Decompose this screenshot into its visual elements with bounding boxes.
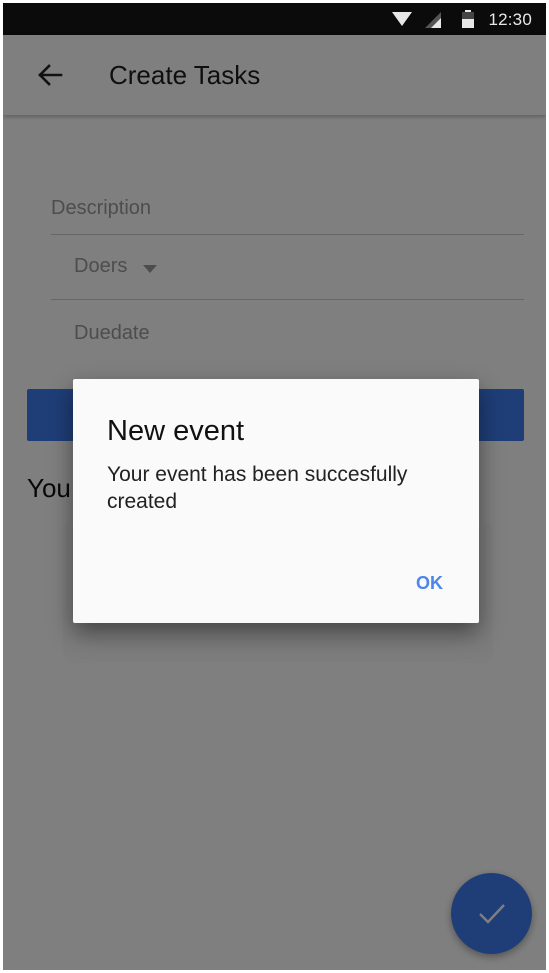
alert-dialog: New event Your event has been succesfull… [73,379,479,623]
status-time: 12:30 [488,10,532,29]
status-bar: 12:30 [3,3,546,35]
battery-icon [462,10,474,28]
wifi-icon [392,12,412,26]
dialog-title: New event [107,415,245,447]
ok-button[interactable]: OK [404,567,455,600]
signal-icon [425,12,441,28]
dialog-message: Your event has been succesfully created [107,463,408,513]
app-screen: 12:30 Create Tasks Description Doers Due… [3,3,546,970]
